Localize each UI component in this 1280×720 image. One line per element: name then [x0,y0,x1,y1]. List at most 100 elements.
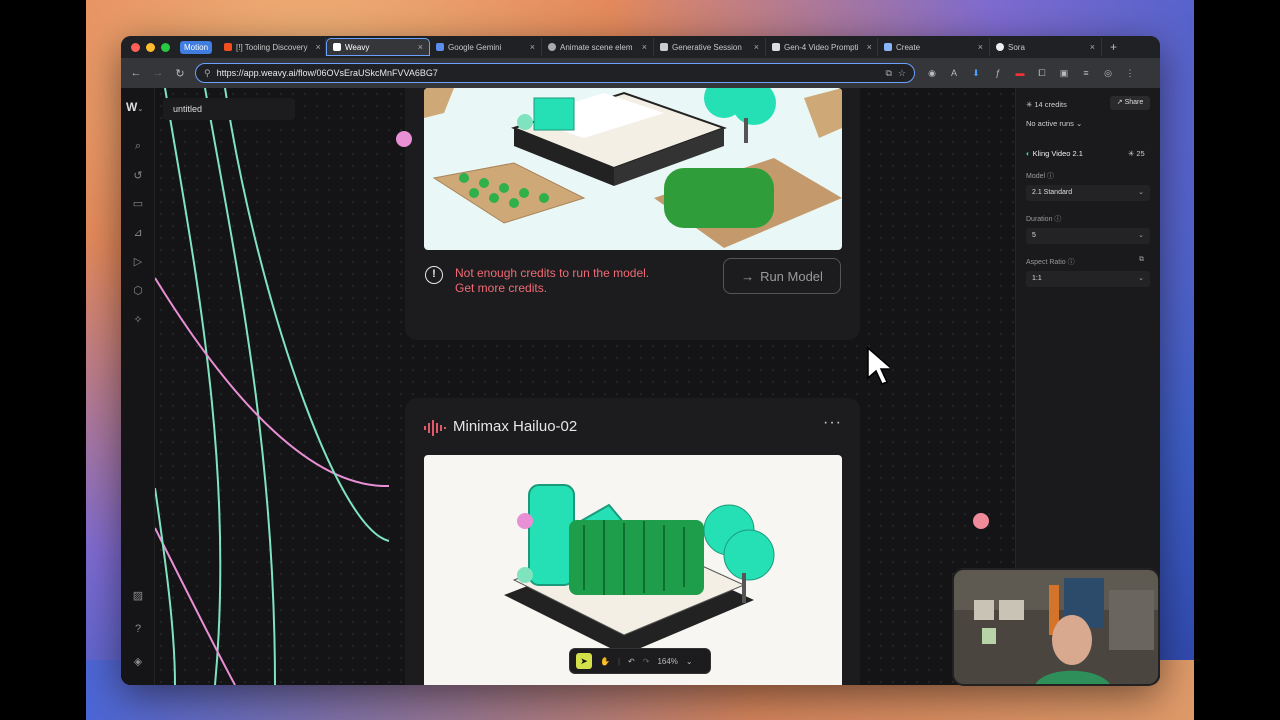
model-select[interactable]: 2.1 Standard ⌄ [1026,185,1150,201]
undo-icon[interactable]: ↶ [628,657,635,666]
browser-menu-icon[interactable]: ⋮ [1119,68,1141,79]
presenter-video [954,570,1158,684]
screen: Motion [!] Tooling Discovery × Weavy × G… [0,0,1280,720]
download-extension-icon[interactable]: ⬇ [965,68,987,79]
input-port-pink-2[interactable] [517,513,533,529]
toolbox-icon[interactable]: ▭ [130,196,146,212]
input-port-green-top[interactable] [517,114,533,130]
share-button[interactable]: ↗ Share [1110,96,1150,110]
chevron-down-icon[interactable]: ⌄ [686,657,693,666]
output-port[interactable] [973,513,989,529]
video-icon[interactable]: ▷ [130,254,146,270]
audio-wave-icon [424,420,446,436]
isometric-farm-illustration [424,88,842,248]
model-node-minimax[interactable]: Minimax Hailuo-02 ··· [405,398,860,685]
tab-bar: Motion [!] Tooling Discovery × Weavy × G… [121,36,1160,58]
sora-icon [996,43,1005,51]
minimize-window-button[interactable] [146,42,155,52]
info-icon: ⓘ [1054,216,1062,223]
address-bar: ← → ↻ ⚲ https://app.weavy.ai/flow/06OVsE… [121,58,1160,88]
aspect-ratio-label: Aspect Ratio ⓘ [1026,259,1075,266]
window-controls [131,42,170,52]
gallery-icon[interactable]: ▨ [130,588,146,604]
red-extension-icon[interactable]: ▬ [1009,68,1031,78]
node-menu-icon[interactable]: ··· [823,414,842,432]
tab-group-motion[interactable]: Motion [180,40,213,54]
close-tab-icon[interactable]: × [311,42,320,52]
close-tab-icon[interactable]: × [750,42,759,52]
site-info-icon[interactable]: ⚲ [204,68,211,79]
wire-green-4 [155,487,176,685]
flow-canvas[interactable]: untitled ! Not enough credits to run the… [155,88,1015,685]
select-tool-icon[interactable]: ➤ [576,653,592,669]
close-tab-icon[interactable]: × [974,42,983,52]
openai-icon [548,43,557,51]
duration-select[interactable]: 5 ⌄ [1026,228,1150,244]
tab-generative-session[interactable]: Generative Session × [654,38,767,56]
url-input[interactable]: ⚲ https://app.weavy.ai/flow/06OVsEraUSkc… [195,63,915,83]
input-port-pink[interactable] [396,131,412,147]
kling-icon: ◐ [1026,149,1031,158]
wire-green-2 [204,88,276,685]
hand-tool-icon[interactable]: ✋ [600,657,610,666]
a-extension-icon[interactable]: A [943,68,965,78]
close-tab-icon[interactable]: × [638,42,647,52]
help-icon[interactable]: ? [130,621,146,637]
install-app-icon[interactable]: ⧉ [885,68,891,79]
discord-icon[interactable]: ◈ [130,654,146,670]
zoom-level[interactable]: 164% [657,657,677,666]
maximize-window-button[interactable] [161,42,170,52]
wire-pink-2 [155,527,236,685]
search-icon[interactable]: ⌕ [130,138,146,154]
active-runs-dropdown[interactable]: No active runs ⌄ [1026,119,1082,128]
external-link-icon[interactable]: ⧉ [1139,256,1144,264]
close-window-button[interactable] [131,42,140,52]
wire-pink-1 [155,277,390,488]
tab-google-gemini[interactable]: Google Gemini × [430,38,543,56]
tab-create[interactable]: Create × [878,38,991,56]
tab-tooling-discovery[interactable]: [!] Tooling Discovery × [218,38,327,56]
media-control-icon[interactable]: ≡ [1075,68,1097,78]
history-icon[interactable]: ↺ [130,168,146,184]
back-arrow-icon[interactable]: ← [125,67,147,79]
input-port-green[interactable] [517,567,533,583]
chevron-down-icon: ⌄ [1138,189,1144,196]
camera-extension-icon[interactable]: ◉ [921,68,943,79]
redo-icon[interactable]: ↷ [643,657,650,666]
sidepanel-icon[interactable]: ▣ [1053,68,1075,79]
bookmark-star-icon[interactable]: ☆ [898,68,906,79]
node-title: Minimax Hailuo-02 [453,418,578,435]
close-tab-icon[interactable]: × [1086,42,1095,52]
puzzle-extensions-icon[interactable]: ⧠ [1031,68,1053,79]
left-toolbar: W⌄ ⌕ ↺ ▭ ⊿ ▷ ⬡ ✧ ▨ ? ◈ [121,88,155,685]
get-more-credits-link[interactable]: Get more credits. [455,281,649,296]
3d-box-icon[interactable]: ⬡ [130,283,146,299]
font-extension-icon[interactable]: ƒ [987,68,1009,78]
model-header: ◐ Kling Video 2.1 [1026,149,1083,158]
tab-animate-scene[interactable]: Animate scene elem × [542,38,655,56]
sparkle-icon[interactable]: ✧ [130,312,146,328]
profile-avatar-icon[interactable]: ◎ [1097,68,1119,79]
close-tab-icon[interactable]: × [526,42,535,52]
weavy-logo-icon[interactable]: W⌄ [126,100,143,114]
credits-count: ✳ 14 credits [1026,100,1067,109]
warning-message: Not enough credits to run the model. [455,266,650,280]
generated-image-farm [424,88,842,250]
forward-arrow-icon[interactable]: → [147,67,169,79]
figma-icon [224,43,233,51]
close-tab-icon[interactable]: × [414,42,423,52]
tab-sora[interactable]: Sora × [990,38,1103,56]
tab-gen4-video-prompting[interactable]: Gen-4 Video Prompti × [766,38,879,56]
gemini-icon [436,43,445,51]
model-node-kling[interactable]: ! Not enough credits to run the model. G… [405,88,860,340]
tab-weavy[interactable]: Weavy × [326,38,431,56]
close-tab-icon[interactable]: × [863,42,872,52]
reload-icon[interactable]: ↻ [169,67,191,80]
wire-green-3 [224,88,390,542]
file-name-field[interactable]: untitled [163,98,295,120]
image-edit-icon[interactable]: ⊿ [130,225,146,241]
new-tab-icon[interactable]: + [1110,40,1117,54]
run-model-button[interactable]: → Run Model [723,258,841,294]
aspect-ratio-select[interactable]: 1:1 ⌄ [1026,271,1150,287]
notion-icon [660,43,669,51]
